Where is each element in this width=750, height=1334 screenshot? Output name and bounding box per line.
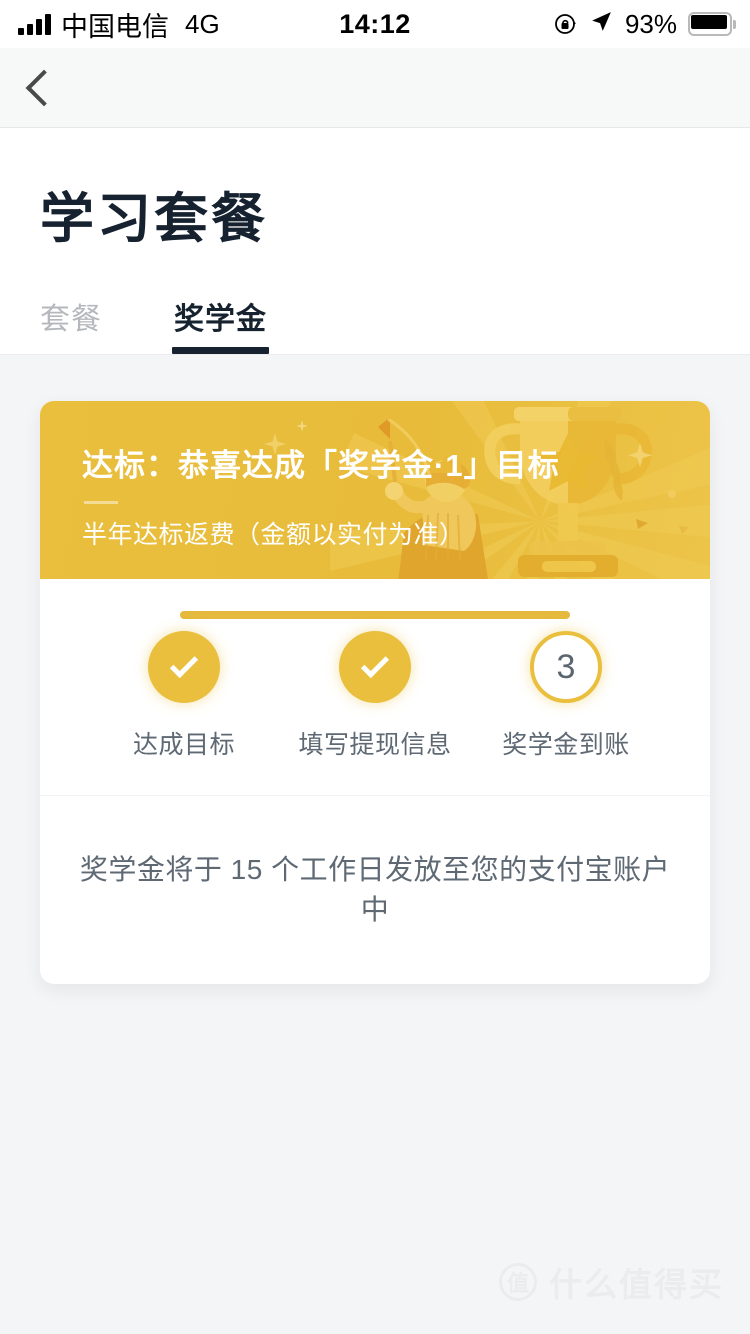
battery-percent-label: 93%	[624, 8, 677, 39]
banner-subtitle: 半年达标返费（金额以实付为准）	[82, 521, 465, 550]
page-content: 达标：恭喜达成「奖学金·1」目标 半年达标返费（金额以实付为准） 达成目标 填写…	[0, 355, 750, 1334]
page-header: 学习套餐	[0, 128, 750, 251]
chevron-left-icon	[25, 69, 63, 106]
step-marker-pending-3: 3	[530, 631, 602, 704]
step-label-1: 达成目标	[133, 731, 236, 760]
step-marker-done-2	[339, 631, 411, 704]
page-title: 学习套餐	[40, 189, 268, 249]
banner-divider	[84, 501, 118, 505]
progress-stepper: 达成目标 填写提现信息 3 奖学金到账	[40, 579, 710, 795]
back-button[interactable]	[0, 48, 80, 128]
tab-packages-label: 套餐	[40, 303, 102, 337]
tab-scholarship-label: 奖学金	[174, 303, 267, 337]
step-marker-done-1	[148, 631, 220, 704]
step-item-2: 填写提现信息	[299, 631, 451, 761]
tab-packages[interactable]: 套餐	[40, 294, 102, 354]
step-label-2: 填写提现信息	[298, 731, 452, 760]
watermark: 值 什么值得买	[499, 1258, 724, 1306]
tab-scholarship[interactable]: 奖学金	[172, 294, 269, 355]
scholarship-card: 达标：恭喜达成「奖学金·1」目标 半年达标返费（金额以实付为准） 达成目标 填写…	[40, 401, 710, 985]
check-icon	[360, 649, 390, 679]
check-icon	[169, 649, 199, 679]
stepper-track	[180, 611, 570, 620]
step-number: 3	[556, 647, 576, 686]
banner-title: 达标：恭喜达成「奖学金·1」目标	[82, 448, 560, 484]
navigation-bar	[0, 48, 750, 128]
tab-active-indicator	[172, 347, 269, 355]
status-bar-right: 93%	[554, 9, 736, 40]
step-label-3: 奖学金到账	[502, 731, 630, 760]
rotation-lock-icon	[554, 12, 578, 36]
battery-icon	[688, 12, 736, 36]
step-item-3: 3 奖学金到账	[502, 631, 629, 761]
step-item-1: 达成目标	[133, 631, 235, 761]
watermark-logo-icon: 值	[499, 1263, 537, 1301]
tab-bar: 套餐 奖学金	[0, 250, 750, 355]
watermark-text: 什么值得买	[549, 1266, 724, 1303]
payout-note: 奖学金将于 15 个工作日发放至您的支付宝账户中	[79, 854, 671, 926]
location-arrow-icon	[589, 9, 614, 39]
status-bar: 中国电信 4G 14:12 93%	[0, 0, 750, 48]
scholarship-banner: 达标：恭喜达成「奖学金·1」目标 半年达标返费（金额以实付为准）	[40, 401, 710, 580]
